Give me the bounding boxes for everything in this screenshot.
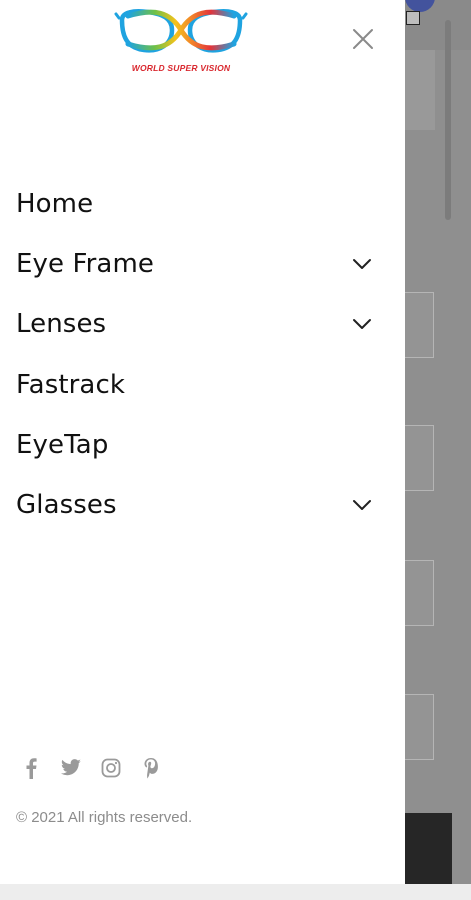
menu-item-label: Eye Frame <box>16 249 154 280</box>
glasses-logo-icon <box>92 0 248 53</box>
bottom-strip <box>0 884 471 900</box>
close-icon <box>353 29 373 49</box>
menu-item-eye-frame[interactable]: Eye Frame <box>0 234 405 294</box>
brand-logo[interactable]: WORLD SUPER VISION <box>92 0 248 80</box>
copyright-text: © 2021 All rights reserved. <box>16 809 193 826</box>
menu-item-label: Home <box>16 189 94 220</box>
scrollbar[interactable] <box>445 20 451 220</box>
close-button[interactable] <box>348 24 378 54</box>
chevron-down-icon[interactable] <box>350 312 374 336</box>
background-banner <box>405 50 435 130</box>
logo-caption: WORLD SUPER VISION <box>131 63 231 73</box>
menu-item-label: Fastrack <box>16 369 126 400</box>
side-drawer: WORLD SUPER VISION Home Eye Frame Lenses <box>0 0 405 884</box>
pinterest-icon[interactable] <box>140 754 162 782</box>
instagram-icon[interactable] <box>100 754 122 782</box>
menu-item-glasses[interactable]: Glasses <box>0 475 405 535</box>
background-card <box>405 560 434 626</box>
twitter-icon[interactable] <box>60 754 82 782</box>
menu-item-label: Glasses <box>16 490 117 521</box>
background-card <box>405 425 434 491</box>
background-card <box>405 694 434 760</box>
social-links <box>20 754 162 782</box>
menu-item-fastrack[interactable]: Fastrack <box>0 355 405 415</box>
menu-item-eyetap[interactable]: EyeTap <box>0 415 405 475</box>
facebook-icon[interactable] <box>20 754 42 782</box>
drawer-menu: Home Eye Frame Lenses Fastrack EyeTap Gl… <box>0 174 405 535</box>
background-footer <box>405 813 452 884</box>
background-card <box>405 292 434 358</box>
menu-item-label: Lenses <box>16 309 107 340</box>
page: WORLD SUPER VISION Home Eye Frame Lenses <box>0 0 471 900</box>
page-overlay[interactable] <box>405 0 471 884</box>
chevron-down-icon[interactable] <box>350 252 374 276</box>
menu-item-home[interactable]: Home <box>0 174 405 234</box>
background-checkbox <box>406 11 420 25</box>
menu-item-label: EyeTap <box>16 429 109 460</box>
menu-item-lenses[interactable]: Lenses <box>0 294 405 354</box>
chevron-down-icon[interactable] <box>350 493 374 517</box>
